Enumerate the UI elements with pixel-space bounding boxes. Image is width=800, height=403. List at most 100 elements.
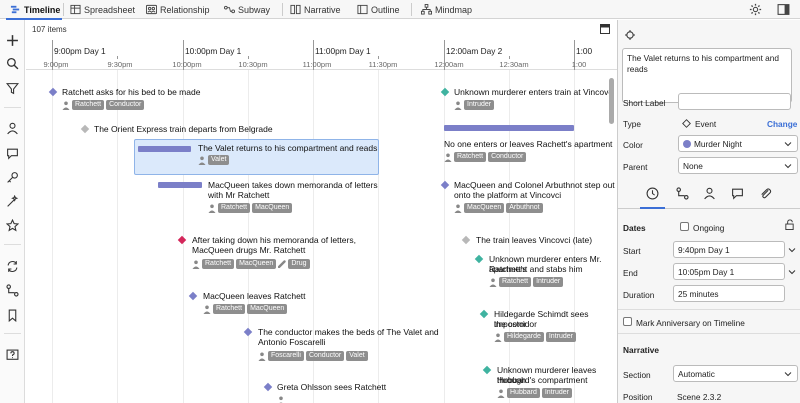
tag[interactable]: Foscarelli [268, 351, 304, 361]
key-button[interactable] [6, 171, 19, 184]
tab-narrative[interactable]: Narrative [290, 2, 341, 17]
event-title[interactable]: The Valet returns to his compartment and… [198, 143, 377, 153]
tag[interactable]: Intruder [464, 100, 495, 110]
event-duration-bar[interactable] [138, 146, 191, 152]
event-title-line2[interactable]: apartment and stabs him [489, 264, 583, 274]
tag[interactable]: Valet [346, 351, 368, 361]
tag[interactable]: Hildegarde [504, 332, 544, 342]
event-marker[interactable] [461, 235, 471, 245]
tag[interactable]: Ratchett [202, 259, 235, 269]
gear-icon[interactable] [749, 3, 762, 16]
tab-subway[interactable]: Subway [224, 2, 270, 17]
event-duration-bar[interactable] [444, 125, 574, 131]
event-marker[interactable] [479, 309, 489, 319]
end-input[interactable]: 10:05pm Day 1 [673, 263, 785, 280]
tab-comments[interactable] [731, 187, 744, 200]
change-type-link[interactable]: Change [767, 119, 797, 129]
event-title[interactable]: Ratchett asks for his bed to be made [62, 87, 200, 97]
ongoing-checkbox[interactable] [680, 222, 689, 231]
bookmark-button[interactable] [6, 309, 19, 322]
favorites-button[interactable] [6, 219, 19, 232]
tag[interactable]: Intruder [541, 388, 572, 398]
tab-outline[interactable]: Outline [357, 2, 400, 17]
event-title[interactable]: Greta Ohlsson sees Ratchett [277, 382, 386, 392]
event-title[interactable]: MacQueen leaves Ratchett [203, 291, 306, 301]
filter-button[interactable] [6, 82, 19, 95]
tag[interactable]: Conductor [106, 100, 145, 110]
chevron-down-icon[interactable] [788, 246, 796, 254]
tab-route[interactable] [676, 187, 689, 200]
tag[interactable]: Valet [208, 155, 230, 165]
sync-button[interactable] [6, 260, 19, 273]
panel-toggle-icon[interactable] [777, 3, 790, 16]
event-marker[interactable] [440, 180, 450, 190]
tab-attachments[interactable] [759, 187, 772, 200]
event-marker[interactable] [263, 382, 273, 392]
tag[interactable]: Conductor [305, 351, 345, 361]
event-title-line2[interactable]: the corridor [494, 319, 537, 329]
event-marker[interactable] [440, 87, 450, 97]
tag[interactable]: Arbuthnot [506, 203, 543, 213]
tag[interactable]: Intruder [545, 332, 576, 342]
characters-button[interactable] [6, 122, 19, 135]
event-title[interactable]: No one enters or leaves Rachett's apartm… [444, 139, 612, 149]
chevron-down-icon[interactable] [788, 268, 796, 276]
tag[interactable]: Ratchett [213, 304, 246, 314]
event-marker[interactable] [48, 87, 58, 97]
tab-spreadsheet[interactable]: Spreadsheet [70, 2, 135, 17]
tag[interactable]: Ratchett [72, 100, 105, 110]
comments-button[interactable] [6, 147, 19, 160]
scrollbar-thumb[interactable] [609, 78, 614, 124]
help-button[interactable] [6, 349, 19, 362]
tag[interactable]: Ratchett [218, 203, 251, 213]
event-title-line2[interactable]: Hubbard's compartment [497, 375, 587, 385]
event-title-line2[interactable]: MacQueen drugs Mr. Ratchett [192, 245, 305, 255]
event-marker[interactable] [243, 327, 253, 337]
parent-select[interactable]: None [678, 157, 798, 174]
event-title-line2[interactable]: with Mr Ratchett [208, 190, 269, 200]
tag[interactable]: Drug [288, 259, 310, 269]
tag[interactable]: Intruder [533, 277, 564, 287]
search-button[interactable] [6, 57, 19, 70]
event-title[interactable]: After taking down his memoranda of lette… [192, 235, 356, 245]
event-title[interactable]: The train leaves Vincovci (late) [476, 235, 592, 245]
tag[interactable]: Hubbard [507, 388, 540, 398]
tab-relationship[interactable]: Relationship [146, 2, 210, 17]
event-marker[interactable] [188, 291, 198, 301]
event-title[interactable]: Unknown murderer enters train at Vincovc… [454, 87, 614, 97]
arcs-button[interactable] [6, 195, 19, 208]
event-title-line2[interactable]: onto the platform at Vincovci [454, 190, 561, 200]
duration-input[interactable]: 25 minutes [673, 285, 785, 302]
event-marker[interactable] [482, 365, 492, 375]
event-marker[interactable] [177, 235, 187, 245]
unlock-icon[interactable] [784, 219, 795, 230]
short-label-input[interactable] [678, 93, 791, 110]
tab-mindmap[interactable]: Mindmap [421, 2, 472, 17]
event-title-line2[interactable]: Antonio Foscarelli [258, 337, 326, 347]
tag[interactable]: Ratchett [499, 277, 532, 287]
section-select[interactable]: Automatic [673, 365, 798, 382]
event-duration-bar[interactable] [158, 182, 202, 188]
event-title[interactable]: MacQueen takes down memoranda of letters [208, 180, 378, 190]
event-title[interactable]: The Orient Express train departs from Be… [94, 124, 273, 134]
tag[interactable]: MacQueen [252, 203, 293, 213]
add-button[interactable] [6, 34, 19, 47]
start-input[interactable]: 9:40pm Day 1 [673, 241, 785, 258]
event-marker[interactable] [80, 124, 90, 134]
tag[interactable]: MacQueen [247, 304, 288, 314]
timeline-canvas[interactable]: 107 items 9:00pm Day 1 10:00pm Day 1 11:… [26, 20, 617, 403]
tag[interactable]: Ratchett [454, 152, 487, 162]
event-title[interactable]: MacQueen and Colonel Arbuthnot step out [454, 180, 615, 190]
tag[interactable]: MacQueen [464, 203, 505, 213]
tag[interactable]: MacQueen [236, 259, 277, 269]
route-button[interactable] [6, 284, 19, 297]
event-marker[interactable] [474, 254, 484, 264]
tab-people[interactable] [703, 187, 716, 200]
tag[interactable]: Conductor [488, 152, 527, 162]
tab-timeline[interactable]: Timeline [5, 2, 63, 20]
event-title[interactable]: The conductor makes the beds of The Vale… [258, 327, 439, 337]
anniversary-checkbox[interactable] [623, 317, 632, 326]
tab-dates[interactable] [640, 187, 665, 209]
crosshair-icon[interactable] [625, 30, 635, 40]
color-select[interactable]: Murder Night [678, 135, 798, 152]
